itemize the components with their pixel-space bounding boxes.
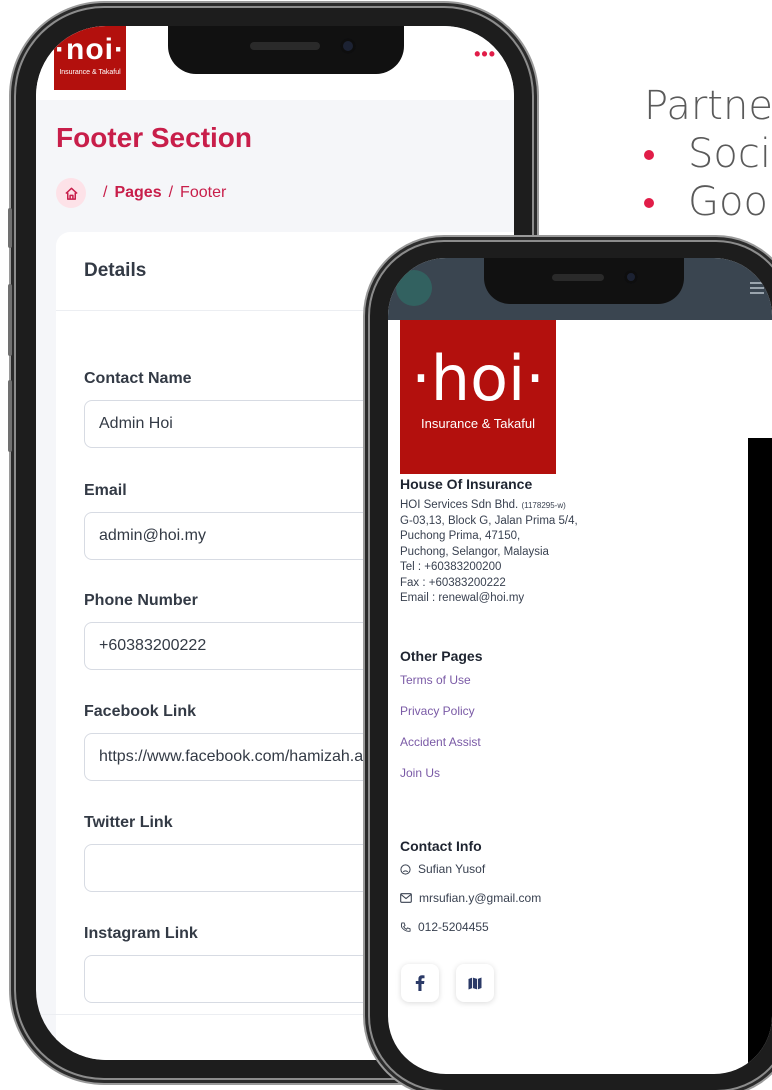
company-name: HOI Services Sdn Bhd. [400,499,519,511]
bullet-dot [644,198,654,208]
bullet-dot [644,150,654,160]
company-details: HOI Services Sdn Bhd. (1178295-w) G-03,1… [400,498,578,607]
email-label: Email [84,482,127,499]
phone-side-button [8,208,12,248]
contact-email-row: mrsufian.y@gmail.com [400,891,541,905]
site-screen: ·hoi· Insurance & Takaful House Of Insur… [388,258,772,1074]
facebook-icon [415,975,425,991]
privacy-policy-link[interactable]: Privacy Policy [400,704,475,718]
address-line: Puchong, Selangor, Malaysia [400,545,549,558]
phone-icon [400,921,411,932]
card-title: Details [84,260,147,281]
email-line: Email : renewal@hoi.my [400,592,525,604]
contact-name-row: Sufian Yusof [400,862,485,876]
address-line: G-03,13, Block G, Jalan Prima 5/4, [400,514,578,527]
company-reg: (1178295-w) [521,501,566,510]
facebook-button[interactable] [401,964,439,1002]
join-us-link[interactable]: Join Us [400,766,440,780]
phone-number-label: Phone Number [84,592,198,609]
speaker-grille [552,274,604,281]
user-icon [400,863,411,875]
company-title: House Of Insurance [400,476,533,492]
tel-line: Tel : +60383200200 [400,561,502,573]
home-icon[interactable] [56,178,86,208]
fax-line: Fax : +60383200222 [400,576,506,589]
camera-icon [624,270,638,284]
slide-heading: Partne [644,83,772,129]
breadcrumb: / Pages / Footer [56,178,226,208]
slide-bullet: Goo [644,178,772,226]
map-icon [468,977,482,989]
breadcrumb-separator: / [103,184,108,201]
mail-icon [400,893,412,903]
page-title: Footer Section [56,122,253,153]
hamburger-menu-icon[interactable] [750,282,764,297]
breadcrumb-separator: / [168,184,174,201]
hoi-logo[interactable]: ·noi· Insurance & Takaful [54,26,126,90]
phone-frame-site: ·hoi· Insurance & Takaful House Of Insur… [370,242,772,1090]
dark-panel [748,438,772,1074]
camera-icon [340,38,356,54]
accident-assist-link[interactable]: Accident Assist [400,735,481,749]
twitter-link-label: Twitter Link [84,814,173,831]
other-pages-title: Other Pages [400,648,483,664]
phone-side-button [8,380,12,452]
instagram-link-label: Instagram Link [84,925,198,942]
phone-side-button [8,284,12,356]
contact-name: Sufian Yusof [418,862,486,876]
more-dots-icon[interactable]: ••• [474,44,496,65]
contact-name-label: Contact Name [84,370,192,387]
speaker-grille [250,42,320,50]
contact-phone[interactable]: 012-5204455 [418,920,489,934]
breadcrumb-pages-link[interactable]: Pages [114,184,161,202]
address-line: Puchong Prima, 47150, [400,530,521,542]
map-button[interactable] [456,964,494,1002]
contact-phone-row: 012-5204455 [400,920,489,934]
phone-notch [168,26,404,74]
contact-info-title: Contact Info [400,838,482,854]
hoi-logo-large: ·hoi· Insurance & Takaful [400,320,556,474]
site-logo-icon[interactable] [396,270,432,306]
breadcrumb-current: Footer [180,184,227,201]
facebook-link-label: Facebook Link [84,703,197,720]
slide-bullet: Soci [644,130,772,178]
phone-notch [484,258,684,304]
terms-of-use-link[interactable]: Terms of Use [400,673,471,687]
slide-text: Partne Soci Goo [644,82,772,226]
contact-email[interactable]: mrsufian.y@gmail.com [419,891,541,905]
